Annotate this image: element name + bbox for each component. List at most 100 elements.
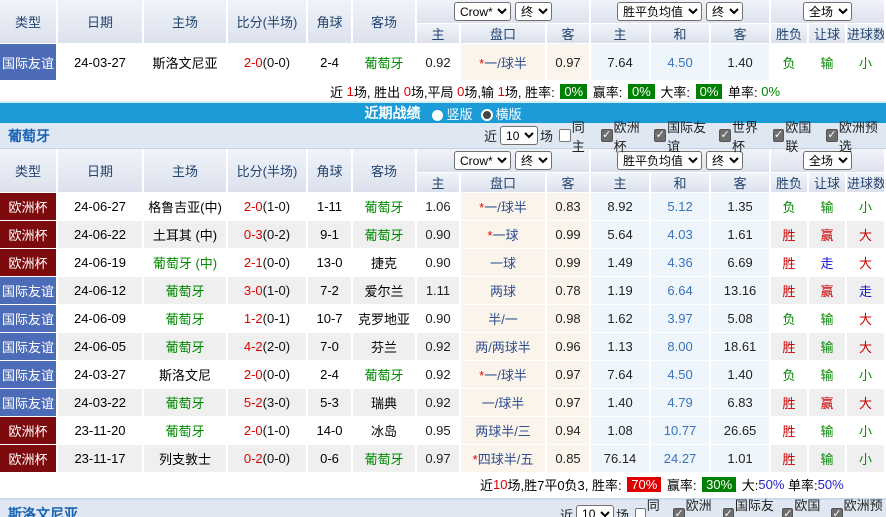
league-checkbox[interactable]: ✓ — [723, 508, 734, 517]
fulltime-score: 0-2 — [244, 451, 263, 466]
result-handicap-cell: 走 — [809, 249, 847, 277]
league-checkbox-label: 国际友谊 — [735, 495, 776, 517]
final-odds-select-a[interactable]: 终 — [515, 151, 552, 170]
result-goals-cell: 小 — [847, 445, 886, 473]
stat-text: 场,输 — [464, 82, 497, 101]
near-label: 近 — [560, 505, 573, 517]
same-venue-label: 同客 — [647, 495, 668, 517]
handicap-cell: *一/球半 — [461, 193, 547, 221]
handicap-text: 一/球半 — [482, 396, 525, 411]
halftime-score: (2-0) — [263, 339, 290, 354]
stat-badge: 0% — [628, 84, 655, 99]
avg-home-cell: 5.64 — [591, 221, 651, 249]
halftime-score: (0-0) — [263, 367, 290, 382]
subcol-header-8: 进球数 — [847, 24, 886, 44]
subcol-header-5: 客 — [711, 173, 771, 193]
stat-text: 近 — [480, 475, 493, 494]
league-checkbox[interactable]: ✓ — [831, 508, 842, 517]
subcol-header-7: 让球 — [809, 173, 847, 193]
away-odds-cell: 0.97 — [547, 361, 591, 389]
games-count-select[interactable]: 10 — [576, 505, 614, 517]
result-handicap-cell: 赢 — [809, 221, 847, 249]
result-wdl-cell: 胜 — [771, 417, 809, 445]
corners-cell: 0-6 — [308, 445, 353, 473]
avg-away-cell: 13.16 — [711, 277, 771, 305]
home-team-cell: 土耳其 (中) — [144, 221, 228, 249]
away-odds-cell: 0.94 — [547, 417, 591, 445]
league-checkbox[interactable]: ✓ — [719, 129, 731, 142]
home-odds-cell: 1.11 — [417, 277, 461, 305]
avg-draw-cell: 4.36 — [651, 249, 711, 277]
date-cell: 24-03-22 — [58, 389, 144, 417]
final-odds-select-b[interactable]: 终 — [706, 2, 743, 21]
bookmaker-group-header: Crow*终 — [417, 149, 591, 173]
score-cell: 2-0(0-0) — [228, 44, 308, 81]
handicap-text: 四球半/五 — [478, 452, 534, 467]
scope-select[interactable]: 全场 — [803, 2, 852, 21]
handicap-text: 两球半/三 — [475, 424, 531, 439]
recent-matches-table-header: 类型日期主场比分(半场)角球客场Crow*终胜平负均值终全场主盘口客主和客胜负让… — [0, 149, 886, 193]
bookmaker-group-header: Crow*终 — [417, 0, 591, 24]
avg-draw-cell: 4.50 — [651, 44, 711, 81]
fulltime-score: 0-3 — [244, 227, 263, 242]
match-row: 欧洲杯24-06-19葡萄牙 (中)2-1(0-0)13-0捷克0.90一球0.… — [0, 249, 886, 277]
avg-home-cell: 1.08 — [591, 417, 651, 445]
league-checkbox-label: 欧国联 — [794, 495, 825, 517]
view-mode-radio[interactable] — [481, 109, 493, 121]
subcol-header-4: 和 — [651, 173, 711, 193]
avg-home-cell: 1.13 — [591, 333, 651, 361]
bookmaker-select[interactable]: Crow* — [454, 151, 511, 170]
result-goals-cell: 小 — [847, 361, 886, 389]
handicap-text: 一/球半 — [484, 200, 527, 215]
league-checkbox[interactable]: ✓ — [773, 129, 785, 142]
corners-cell: 1-11 — [308, 193, 353, 221]
match-analysis-page: 类型日期主场比分(半场)角球客场Crow*终胜平负均值终全场主盘口客主和客胜负让… — [0, 0, 886, 517]
same-venue-checkbox[interactable] — [559, 129, 571, 142]
home-odds-cell: 0.92 — [417, 333, 461, 361]
league-checkbox[interactable]: ✓ — [601, 129, 613, 142]
avg-odds-select[interactable]: 胜平负均值 — [617, 2, 702, 21]
handicap-cell: 一/球半 — [461, 389, 547, 417]
league-checkbox[interactable]: ✓ — [782, 508, 793, 517]
games-count-select[interactable]: 10 — [500, 126, 538, 145]
result-goals-cell: 大 — [847, 221, 886, 249]
stat-text: 场, 胜出 — [354, 82, 404, 101]
league-checkbox[interactable]: ✓ — [654, 129, 666, 142]
corners-cell: 13-0 — [308, 249, 353, 277]
bookmaker-select[interactable]: Crow* — [454, 2, 511, 21]
match-row: 国际友谊24-06-05葡萄牙4-2(2-0)7-0芬兰0.92两/两球半0.9… — [0, 333, 886, 361]
final-odds-select-a[interactable]: 终 — [515, 2, 552, 21]
same-venue-checkbox[interactable] — [635, 508, 646, 517]
date-cell: 24-06-09 — [58, 305, 144, 333]
corners-cell: 7-0 — [308, 333, 353, 361]
home-odds-cell: 0.90 — [417, 249, 461, 277]
subcol-header-8: 进球数 — [847, 173, 886, 193]
corners-cell: 2-4 — [308, 361, 353, 389]
league-checkbox[interactable]: ✓ — [673, 508, 684, 517]
stat-text: 赢率: — [589, 82, 626, 101]
stat-text: 1 — [498, 84, 505, 99]
away-team-cell: 爱尔兰 — [353, 277, 417, 305]
result-goals-cell: 走 — [847, 277, 886, 305]
match-row: 欧洲杯24-06-27格鲁吉亚(中)2-0(1-0)1-11葡萄牙1.06*一/… — [0, 193, 886, 221]
stat-text: 赢率: — [663, 475, 700, 494]
team-filter-row: 葡萄牙 近 10 场同主✓欧洲杯✓国际友谊✓世界杯✓欧国联✓欧洲预选 — [0, 123, 886, 149]
result-goals-cell: 大 — [847, 249, 886, 277]
halftime-score: (0-2) — [263, 227, 290, 242]
subcol-header-6: 胜负 — [771, 24, 809, 44]
current-match-table-header: 类型日期主场比分(半场)角球客场Crow*终胜平负均值终全场主盘口客主和客胜负让… — [0, 0, 886, 44]
league-type-cell: 欧洲杯 — [0, 445, 58, 473]
handicap-text: 一球 — [490, 256, 516, 271]
league-type-cell: 欧洲杯 — [0, 417, 58, 445]
col-header-3: 比分(半场) — [228, 0, 308, 44]
result-wdl-cell: 胜 — [771, 277, 809, 305]
date-cell: 24-06-22 — [58, 221, 144, 249]
league-checkbox[interactable]: ✓ — [826, 129, 838, 142]
view-mode-radio[interactable] — [432, 110, 443, 121]
halftime-score: (1-0) — [263, 423, 290, 438]
date-cell: 24-03-27 — [58, 361, 144, 389]
date-cell: 24-06-19 — [58, 249, 144, 277]
avg-draw-cell: 5.12 — [651, 193, 711, 221]
result-wdl-cell: 胜 — [771, 389, 809, 417]
home-team-cell: 斯洛文尼 — [144, 361, 228, 389]
